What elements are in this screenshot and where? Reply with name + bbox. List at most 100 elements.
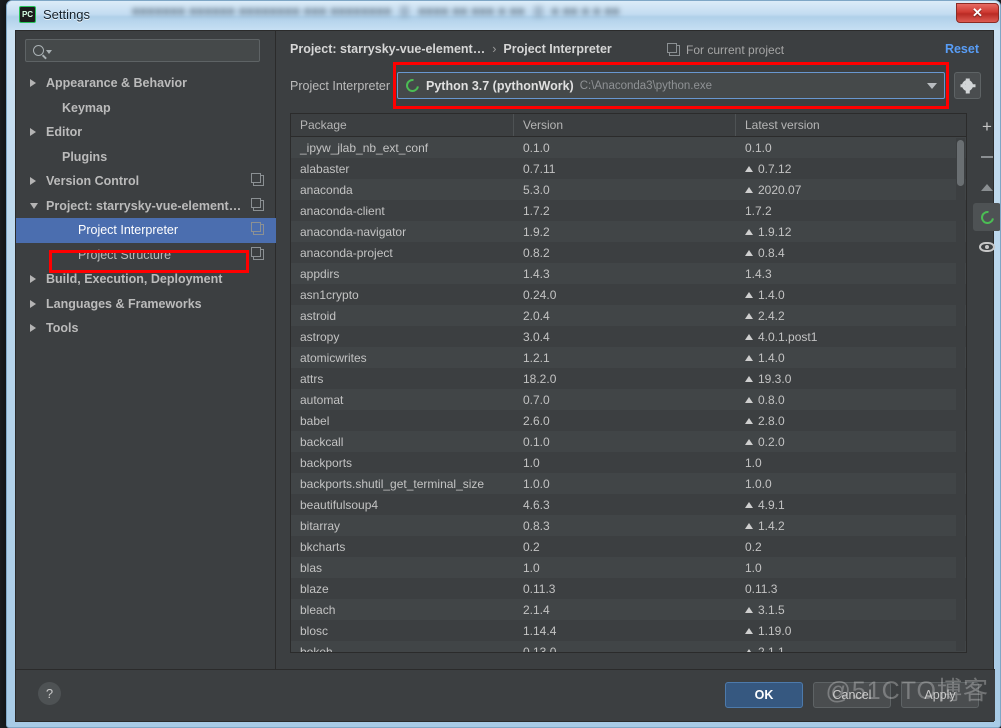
upgrade-available-icon	[745, 187, 753, 194]
copy-icon[interactable]	[251, 222, 264, 235]
table-row[interactable]: anaconda-project 0.8.2 0.8.4	[291, 242, 966, 263]
settings-content: Project: starrysky-vue-element… › Projec…	[276, 31, 1000, 671]
chevron-right-icon[interactable]	[30, 79, 36, 88]
table-row[interactable]: anaconda 5.3.0 2020.07	[291, 179, 966, 200]
table-row[interactable]: backports 1.0 1.0	[291, 452, 966, 473]
for-current-project-label: For current project	[666, 42, 785, 57]
cell-package: astropy	[300, 329, 340, 344]
window-title: Settings	[43, 7, 90, 22]
sidebar-item-tools[interactable]: Tools	[16, 316, 276, 341]
pycharm-icon: PC	[19, 6, 36, 23]
show-early-releases-button[interactable]	[973, 233, 1000, 261]
upgrade-available-icon	[745, 439, 753, 446]
column-header-package[interactable]: Package	[291, 114, 514, 136]
upgrade-package-button[interactable]	[973, 173, 1000, 201]
table-row[interactable]: backcall 0.1.0 0.2.0	[291, 431, 966, 452]
packages-toolbar: +	[973, 113, 1000, 653]
table-row[interactable]: asn1crypto 0.24.0 1.4.0	[291, 284, 966, 305]
sidebar-item-languages-frameworks[interactable]: Languages & Frameworks	[16, 292, 276, 317]
table-row[interactable]: automat 0.7.0 0.8.0	[291, 389, 966, 410]
copy-icon[interactable]	[251, 246, 264, 260]
chevron-right-icon[interactable]	[30, 299, 36, 308]
breadcrumb-project[interactable]: Project: starrysky-vue-element…	[290, 42, 485, 56]
cell-latest-version: 0.2	[745, 539, 762, 554]
table-row[interactable]: bitarray 0.8.3 1.4.2	[291, 515, 966, 536]
sidebar-item-appearance-behavior[interactable]: Appearance & Behavior	[16, 71, 276, 96]
cell-package: bkcharts	[300, 539, 346, 554]
sidebar-item-plugins[interactable]: Plugins	[16, 145, 276, 170]
table-row[interactable]: astropy 3.0.4 4.0.1.post1	[291, 326, 966, 347]
reset-link[interactable]: Reset	[945, 42, 979, 56]
table-row[interactable]: blosc 1.14.4 1.19.0	[291, 620, 966, 641]
sidebar-item-label: Build, Execution, Deployment	[46, 272, 223, 287]
table-row[interactable]: alabaster 0.7.11 0.7.12	[291, 158, 966, 179]
cell-package: backports.shutil_get_terminal_size	[300, 476, 485, 491]
chevron-right-icon[interactable]	[30, 177, 36, 186]
cell-latest-version: 1.0	[745, 455, 762, 470]
cell-latest-version: 0.11.3	[745, 581, 778, 596]
sidebar-item-editor[interactable]: Editor	[16, 120, 276, 145]
remove-package-button[interactable]	[973, 143, 1000, 171]
search-input[interactable]	[25, 39, 260, 62]
chevron-right-icon[interactable]	[30, 128, 36, 137]
cell-version: 0.13.0	[523, 644, 557, 653]
table-row[interactable]: bokeh 0.13.0 2.1.1	[291, 641, 966, 653]
help-button[interactable]: ?	[38, 682, 61, 705]
chevron-down-icon[interactable]	[30, 202, 38, 209]
table-row[interactable]: _ipyw_jlab_nb_ext_conf 0.1.0 0.1.0	[291, 137, 966, 158]
chevron-right-icon[interactable]	[30, 324, 36, 333]
table-row[interactable]: blas 1.0 1.0	[291, 557, 966, 578]
upgrade-available-icon	[745, 523, 753, 530]
interpreter-dropdown[interactable]: Python 3.7 (pythonWork) C:\Anaconda3\pyt…	[397, 72, 945, 99]
table-row[interactable]: anaconda-navigator 1.9.2 1.9.12	[291, 221, 966, 242]
cell-package: bitarray	[300, 518, 341, 533]
table-row[interactable]: attrs 18.2.0 19.3.0	[291, 368, 966, 389]
cancel-button[interactable]: Cancel	[813, 682, 891, 708]
apply-button[interactable]: Apply	[901, 682, 979, 708]
table-row[interactable]: backports.shutil_get_terminal_size 1.0.0 1…	[291, 473, 966, 494]
sidebar-item-project-structure[interactable]: Project Structure	[16, 243, 276, 268]
copy-icon[interactable]	[251, 197, 264, 211]
column-header-version[interactable]: Version	[514, 114, 736, 136]
table-row[interactable]: atomicwrites 1.2.1 1.4.0	[291, 347, 966, 368]
chevron-right-icon[interactable]	[30, 275, 36, 284]
sidebar-item-project-interpreter[interactable]: Project Interpreter	[16, 218, 276, 243]
cell-version: 1.4.3	[523, 266, 550, 281]
copy-icon[interactable]	[251, 173, 264, 186]
cell-latest-version: 1.19.0	[736, 624, 966, 638]
table-row[interactable]: blaze 0.11.3 0.11.3	[291, 578, 966, 599]
ok-button[interactable]: OK	[725, 682, 803, 708]
scrollbar-thumb[interactable]	[957, 140, 964, 186]
cell-package: appdirs	[300, 266, 340, 281]
sidebar-item-version-control[interactable]: Version Control	[16, 169, 276, 194]
cell-version: 0.1.0	[523, 434, 550, 449]
cell-version: 0.8.2	[523, 245, 550, 260]
upgrade-available-icon	[745, 628, 753, 635]
sidebar-item-keymap[interactable]: Keymap	[16, 96, 276, 121]
sidebar-item-project-starrysky-vue-element[interactable]: Project: starrysky-vue-element…	[16, 194, 276, 219]
table-scrollbar[interactable]	[956, 138, 965, 651]
table-row[interactable]: beautifulsoup4 4.6.3 4.9.1	[291, 494, 966, 515]
upgrade-available-icon	[745, 229, 753, 236]
interpreter-settings-button[interactable]	[954, 72, 981, 99]
sidebar-item-build-execution-deployment[interactable]: Build, Execution, Deployment	[16, 267, 276, 292]
table-row[interactable]: astroid 2.0.4 2.4.2	[291, 305, 966, 326]
copy-icon	[667, 42, 680, 56]
cell-package: blosc	[300, 623, 329, 638]
column-header-latest-version[interactable]: Latest version	[736, 114, 966, 136]
cell-version: 5.3.0	[523, 182, 550, 197]
cell-version: 2.6.0	[523, 413, 550, 428]
table-row[interactable]: anaconda-client 1.7.2 1.7.2	[291, 200, 966, 221]
for-current-project-text: For current project	[686, 43, 785, 57]
table-row[interactable]: appdirs 1.4.3 1.4.3	[291, 263, 966, 284]
dropdown-arrow-button[interactable]	[921, 74, 943, 97]
cell-latest-version: 1.4.2	[736, 519, 966, 533]
add-package-button[interactable]: +	[973, 113, 1000, 141]
table-row[interactable]: babel 2.6.0 2.8.0	[291, 410, 966, 431]
cell-version: 0.2	[523, 539, 540, 554]
window-titlebar: PC Settings ■■■■■■■ ■■■■■■ ■■■■■■■■ ■■■ …	[7, 1, 1000, 30]
table-row[interactable]: bkcharts 0.2 0.2	[291, 536, 966, 557]
close-button[interactable]: ✕	[956, 3, 999, 23]
table-row[interactable]: bleach 2.1.4 3.1.5	[291, 599, 966, 620]
refresh-packages-button[interactable]	[973, 203, 1000, 231]
